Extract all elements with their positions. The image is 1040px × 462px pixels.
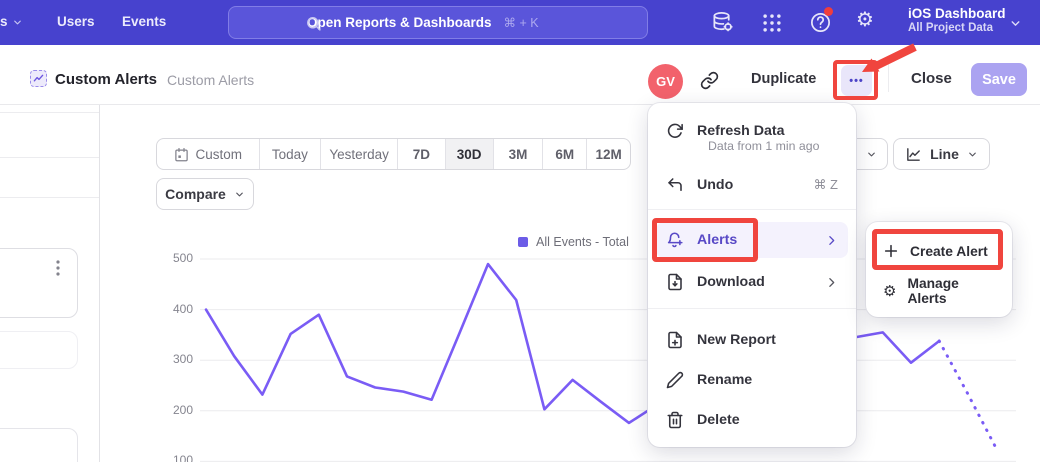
file-plus-icon [666, 331, 684, 349]
undo-shortcut: ⌘ Z [813, 177, 838, 193]
nav-item-users[interactable]: Users [57, 14, 95, 29]
chevron-down-icon [12, 17, 23, 28]
save-button[interactable]: Save [971, 63, 1027, 96]
menu-item-delete[interactable]: Delete [656, 402, 848, 438]
range-3m[interactable]: 3M [493, 139, 543, 169]
y-tick-label: 300 [155, 352, 193, 366]
trash-icon [666, 411, 684, 429]
settings-gear-icon[interactable]: ⚙ [856, 9, 874, 29]
download-file-icon [666, 273, 684, 291]
date-range-segmented-control: Custom Today Yesterday 7D 30D 3M 6M 12M [156, 138, 631, 170]
data-management-icon[interactable] [711, 11, 734, 34]
search-shortcut: ⌘ + K [504, 15, 539, 30]
page-title: Custom Alerts [55, 71, 157, 88]
undo-icon [666, 176, 684, 194]
nav-item-events[interactable]: Events [122, 14, 166, 29]
notification-dot [824, 7, 833, 16]
refresh-icon [666, 122, 684, 140]
breadcrumb: Custom Alerts [167, 72, 254, 88]
submenu-item-manage-alerts[interactable]: ⚙ Manage Alerts [873, 274, 1005, 308]
menu-refresh-subtitle: Data from 1 min ago [708, 139, 819, 153]
close-button[interactable]: Close [911, 70, 952, 87]
menu-separator [648, 209, 856, 210]
range-custom[interactable]: Custom [157, 139, 259, 169]
chart-type-button[interactable]: Line [893, 138, 990, 170]
annotation-box-alerts [652, 218, 758, 262]
annotation-box-more-button [833, 60, 878, 100]
sidebar-divider [99, 105, 100, 462]
sidebar-row-divider [0, 197, 99, 198]
chevron-down-icon [1009, 17, 1022, 30]
clipped-nav-item[interactable]: s [0, 14, 8, 29]
chevron-down-icon [967, 149, 978, 160]
more-options-menu: Refresh Data Data from 1 min ago Undo ⌘ … [648, 103, 856, 447]
sidebar-row-divider [0, 157, 99, 158]
project-title: iOS Dashboard [908, 6, 1006, 21]
range-today[interactable]: Today [259, 139, 321, 169]
annotation-box-create-alert [872, 229, 1003, 270]
range-6m[interactable]: 6M [542, 139, 586, 169]
sidebar-report-card[interactable] [0, 248, 78, 318]
chart-projected-line [939, 341, 995, 447]
report-type-icon [30, 70, 47, 87]
menu-item-undo[interactable]: Undo ⌘ Z [656, 167, 848, 203]
apps-grid-icon[interactable] [761, 12, 783, 34]
range-7d[interactable]: 7D [397, 139, 445, 169]
sidebar-report-card[interactable] [0, 331, 78, 369]
sidebar-row-divider [0, 112, 99, 113]
sidebar-report-card[interactable] [0, 428, 78, 462]
share-link-icon[interactable] [700, 71, 719, 90]
y-tick-label: 200 [155, 403, 193, 417]
legend-label: All Events - Total [536, 235, 629, 249]
menu-item-download[interactable]: Download [656, 264, 848, 300]
app-screen: 500 400 300 200 100 All Events - Total Custo… [0, 0, 1040, 462]
global-search[interactable]: Open Reports & Dashboards ⌘ + K [228, 6, 648, 39]
kebab-menu-icon[interactable] [51, 259, 65, 277]
menu-item-rename[interactable]: Rename [656, 362, 848, 398]
y-tick-label: 100 [155, 453, 193, 462]
legend-swatch [518, 237, 528, 247]
y-tick-label: 500 [155, 251, 193, 265]
menu-separator [648, 308, 856, 309]
y-tick-label: 400 [155, 302, 193, 316]
compare-button[interactable]: Compare [156, 178, 254, 210]
chevron-down-icon [234, 189, 245, 200]
avatar[interactable]: GV [648, 64, 683, 99]
chevron-right-icon [825, 276, 838, 289]
top-navbar: s Users Events Open Reports & Dashboards… [0, 0, 1040, 45]
chevron-down-icon [866, 149, 877, 160]
project-switcher[interactable]: iOS Dashboard All Project Data [908, 6, 1006, 34]
chevron-right-icon [825, 234, 838, 247]
menu-item-new-report[interactable]: New Report [656, 322, 848, 358]
range-30d-selected[interactable]: 30D [445, 139, 493, 169]
gear-icon: ⚙ [883, 284, 896, 299]
duplicate-button[interactable]: Duplicate [751, 71, 816, 87]
project-subtitle: All Project Data [908, 22, 1006, 34]
chart-legend[interactable]: All Events - Total [518, 235, 629, 249]
line-chart-icon [905, 146, 922, 163]
search-icon [305, 15, 322, 32]
calendar-icon [174, 147, 189, 162]
search-placeholder: Open Reports & Dashboards [307, 15, 492, 30]
pencil-icon [666, 371, 684, 389]
range-12m[interactable]: 12M [586, 139, 630, 169]
toolbar-divider [888, 64, 889, 92]
range-yesterday[interactable]: Yesterday [320, 139, 397, 169]
